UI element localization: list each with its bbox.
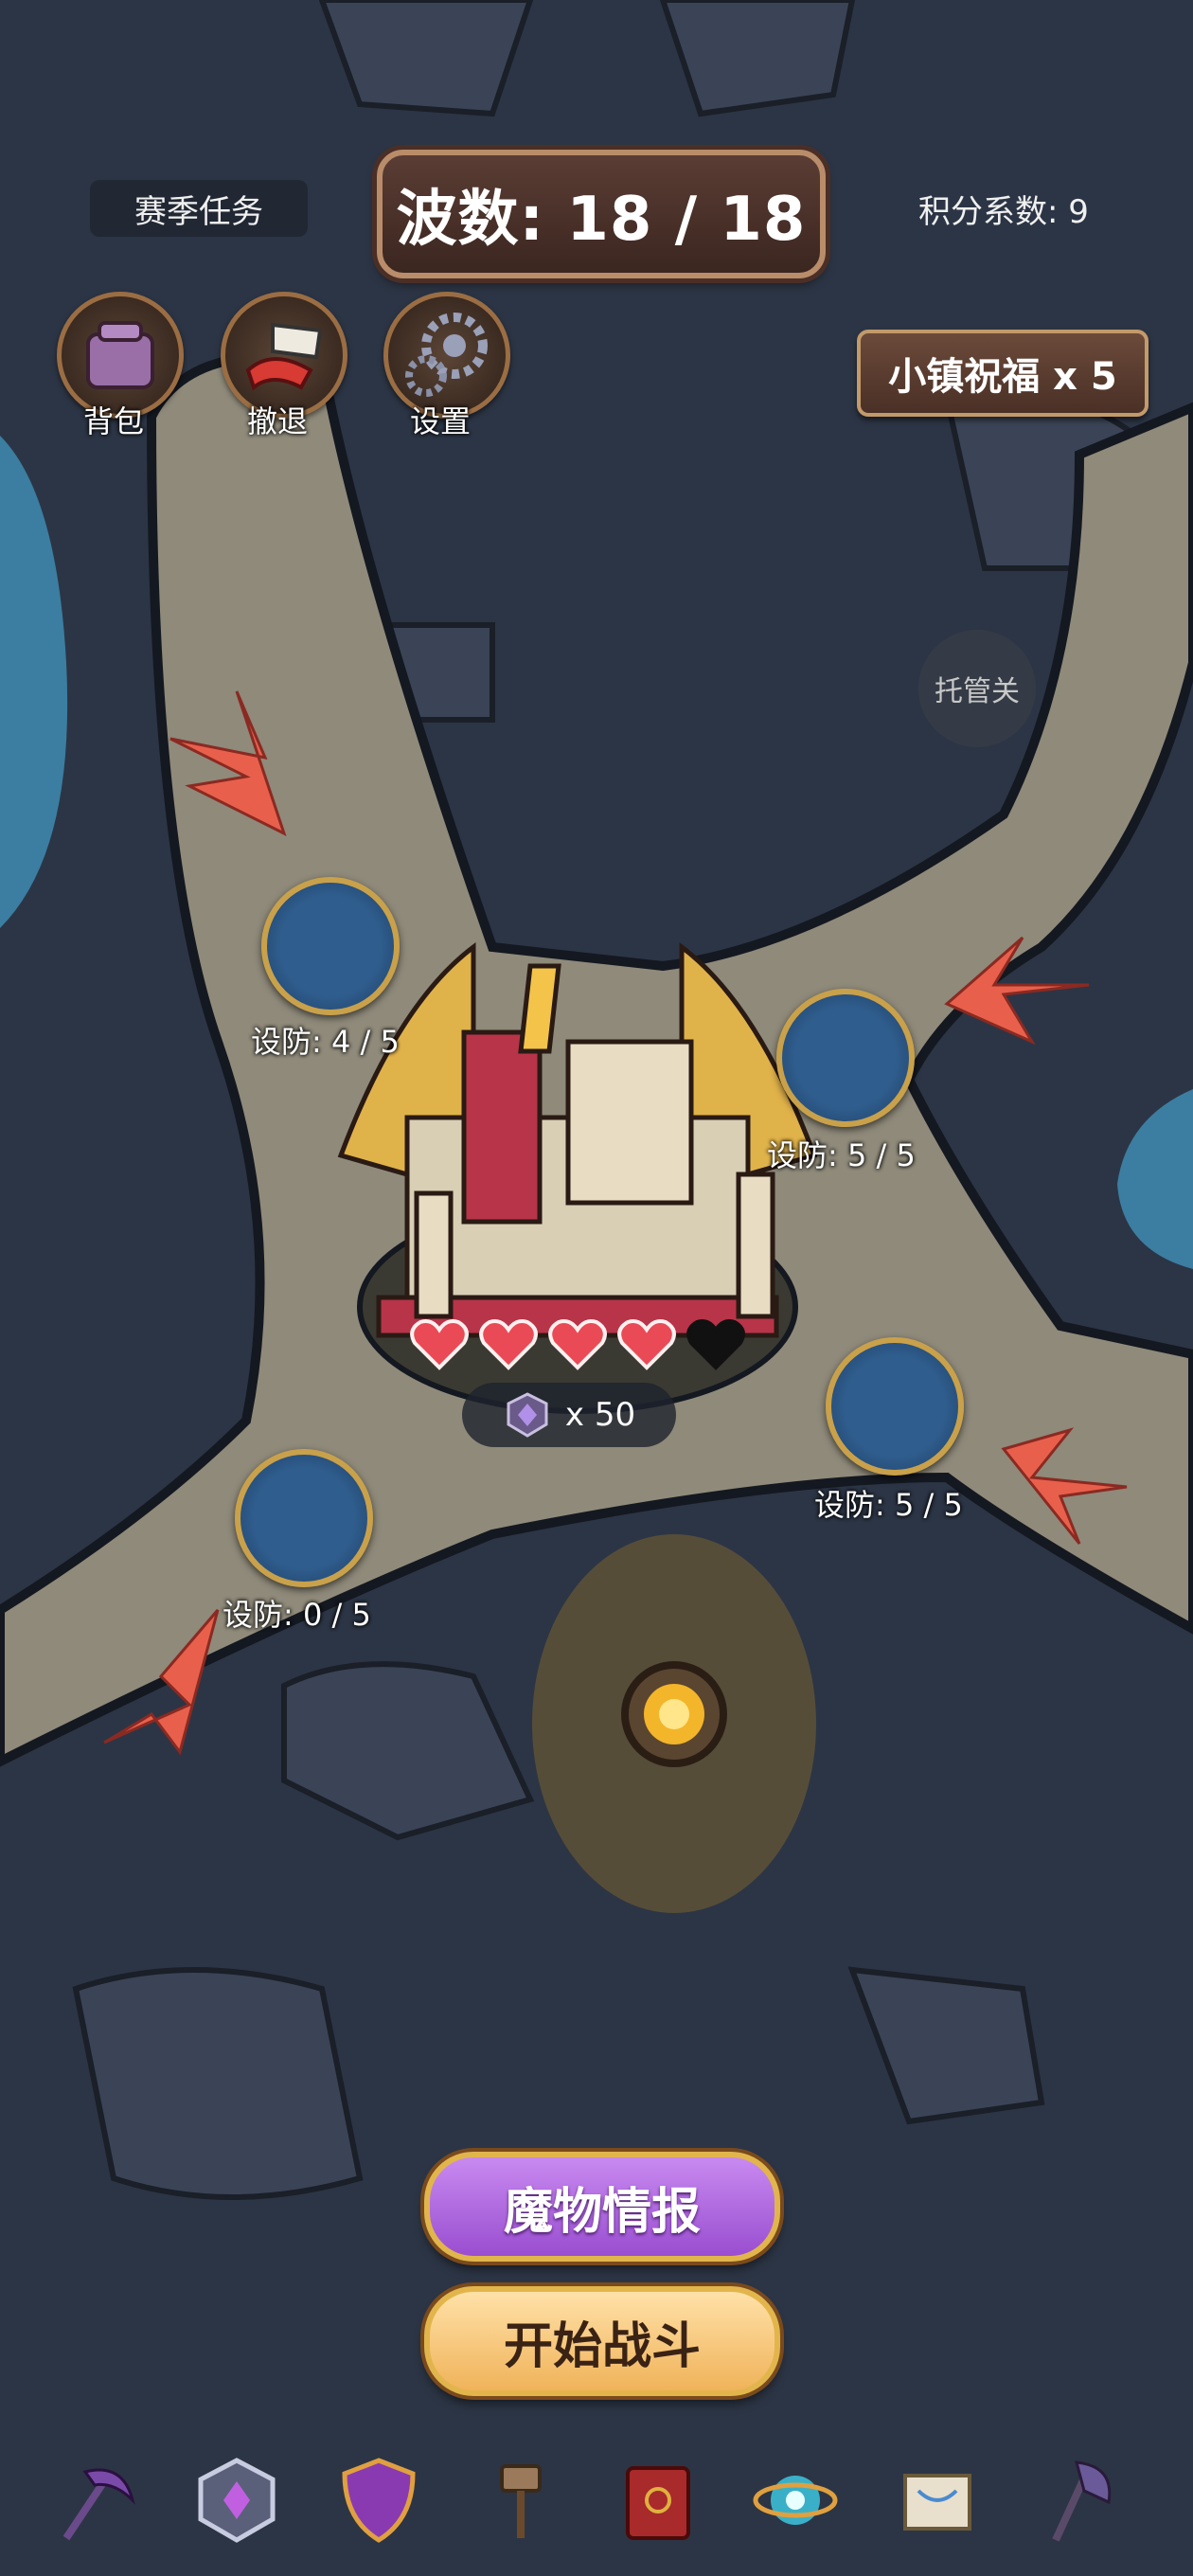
gem-count-text: x 50: [564, 1396, 636, 1434]
monster-info-button[interactable]: 魔物情报: [424, 2152, 780, 2262]
heart-full-icon: [479, 1319, 538, 1370]
backpack-button[interactable]: 背包: [43, 292, 185, 443]
tower-defense-label-4: 设防: 0 / 5: [223, 1597, 371, 1633]
scroll-map-icon[interactable]: [890, 2453, 985, 2548]
tower-defense-label-3: 设防: 5 / 5: [814, 1487, 963, 1523]
score-factor-text: 积分系数: 9: [918, 192, 1089, 231]
town-blessing-badge[interactable]: 小镇祝福 x 5: [857, 330, 1148, 417]
tower-defense-label-1: 设防: 4 / 5: [251, 1024, 400, 1060]
tower-slot-4[interactable]: [235, 1449, 373, 1587]
tower-slot-3[interactable]: [826, 1337, 964, 1476]
tower-defense-label-2: 设防: 5 / 5: [767, 1137, 916, 1173]
hammer-icon[interactable]: [473, 2453, 568, 2548]
tower-slot-2[interactable]: [776, 989, 915, 1127]
gem-counter: x 50: [462, 1383, 676, 1447]
rank-gem-icon: [507, 1392, 548, 1438]
settings-label: 设置: [409, 403, 471, 439]
tower-slot-1[interactable]: [261, 877, 400, 1015]
heart-full-icon: [617, 1319, 676, 1370]
retreat-label: 撤退: [246, 403, 308, 439]
season-tasks-button[interactable]: 赛季任务: [90, 180, 308, 237]
rank-badge-icon[interactable]: [189, 2453, 284, 2548]
spellbook-icon[interactable]: [611, 2453, 705, 2548]
heart-full-icon: [548, 1319, 607, 1370]
orb-icon[interactable]: [748, 2453, 843, 2548]
heart-full-icon: [410, 1319, 469, 1370]
backpack-label: 背包: [82, 403, 144, 439]
town-blessing-text: 小镇祝福 x 5: [888, 355, 1117, 399]
heart-empty-icon: [686, 1319, 745, 1370]
auto-battle-toggle[interactable]: 托管关: [918, 630, 1036, 747]
wave-counter-banner: 波数: 18 / 18: [377, 150, 826, 278]
scythe-icon[interactable]: [47, 2453, 142, 2548]
retreat-button[interactable]: 撤退: [206, 292, 348, 443]
start-battle-button[interactable]: 开始战斗: [424, 2286, 780, 2396]
wave-counter-text: 波数: 18 / 18: [396, 185, 807, 255]
axe-icon[interactable]: [1027, 2453, 1122, 2548]
settings-button[interactable]: 设置: [369, 292, 511, 443]
shield-icon[interactable]: [331, 2453, 426, 2548]
